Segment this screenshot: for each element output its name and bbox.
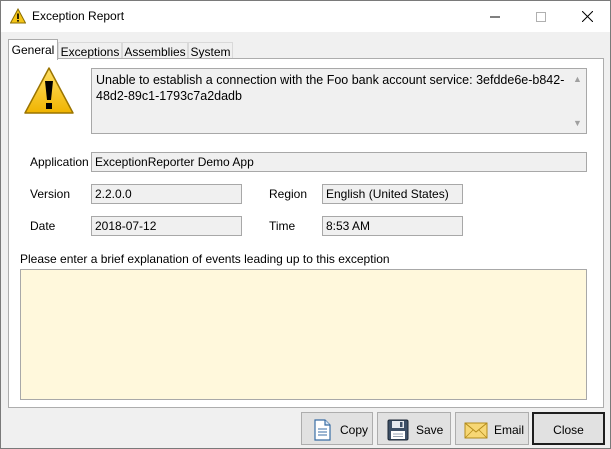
title-bar[interactable]: Exception Report (1, 1, 610, 32)
time-field[interactable]: 8:53 AM (322, 216, 463, 236)
explanation-textarea[interactable] (20, 269, 587, 400)
copy-button[interactable]: Copy (301, 412, 373, 445)
close-icon (581, 11, 593, 22)
minimize-button[interactable] (472, 1, 518, 32)
warning-icon (10, 8, 26, 24)
version-field[interactable]: 2.2.0.0 (91, 184, 242, 204)
application-field[interactable]: ExceptionReporter Demo App (91, 152, 587, 172)
floppy-disk-icon (387, 419, 409, 441)
exception-message-text: Unable to establish a connection with th… (96, 73, 565, 103)
maximize-button[interactable] (518, 1, 564, 32)
close-button[interactable]: Close (532, 412, 605, 445)
general-tab-panel: Unable to establish a connection with th… (8, 58, 604, 408)
close-window-button[interactable] (564, 1, 610, 32)
region-field[interactable]: English (United States) (322, 184, 463, 204)
window-title: Exception Report (32, 9, 125, 23)
explanation-prompt: Please enter a brief explanation of even… (20, 252, 390, 266)
save-label: Save (416, 423, 444, 437)
date-label: Date (30, 219, 56, 233)
exception-message-box[interactable]: Unable to establish a connection with th… (91, 68, 587, 134)
email-button[interactable]: Email (455, 412, 529, 445)
copy-label: Copy (340, 423, 369, 437)
message-scrollbar[interactable]: ▲ ▼ (569, 69, 586, 133)
envelope-icon (464, 422, 488, 439)
date-field[interactable]: 2018-07-12 (91, 216, 242, 236)
scroll-down-icon[interactable]: ▼ (573, 115, 582, 131)
time-label: Time (269, 219, 296, 233)
region-label: Region (269, 187, 308, 201)
minimize-icon (490, 16, 500, 17)
email-label: Email (494, 423, 525, 437)
copy-icon (314, 419, 331, 441)
exception-report-window: Exception Report General Exceptions Asse… (0, 0, 611, 449)
tab-general[interactable]: General (8, 39, 58, 60)
save-button[interactable]: Save (377, 412, 451, 445)
version-label: Version (30, 187, 71, 201)
maximize-icon (536, 11, 546, 22)
warning-icon (24, 67, 74, 114)
close-label: Close (553, 423, 584, 437)
scroll-up-icon[interactable]: ▲ (573, 71, 582, 87)
application-label: Application (30, 155, 89, 169)
